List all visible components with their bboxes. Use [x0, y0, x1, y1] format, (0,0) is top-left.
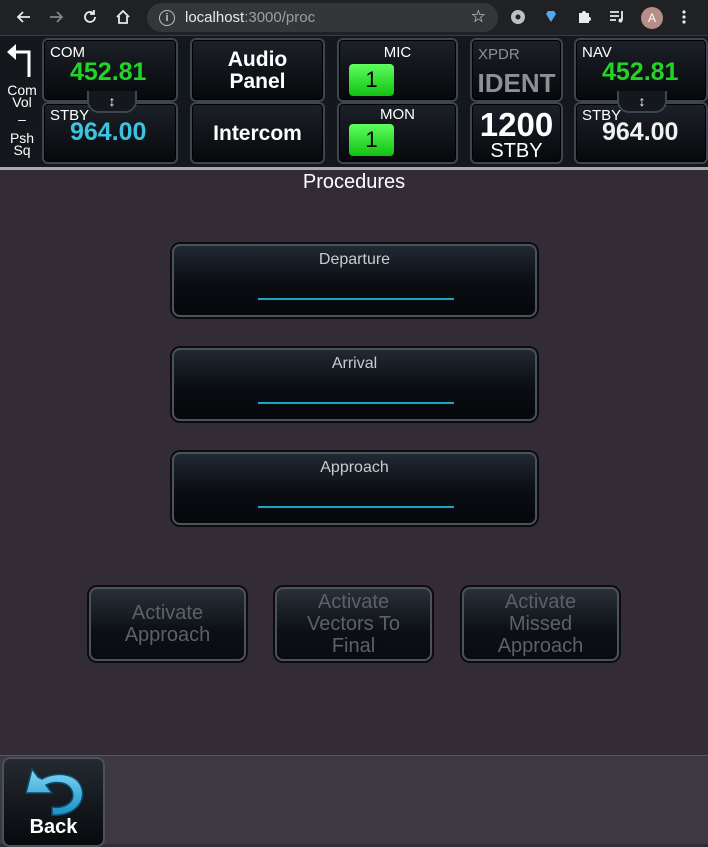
mon-label: MON — [380, 106, 415, 123]
browser-toolbar: i localhost:3000/proc ☆ A — [0, 0, 708, 36]
back-label: Back — [29, 816, 78, 838]
ident-label: IDENT — [477, 68, 556, 98]
com-vol-knob-labels[interactable]: Com Vol – Psh Sq — [3, 36, 41, 167]
extension-gear-icon[interactable] — [503, 2, 533, 32]
departure-value-underline — [258, 298, 454, 300]
activate-missed-approach-label: Activate Missed Approach — [497, 591, 584, 657]
intercom-label: Intercom — [213, 122, 302, 145]
site-info-icon[interactable]: i — [159, 9, 175, 26]
com-swap-icon[interactable]: ↕ — [87, 91, 137, 113]
audio-panel-label: Audio Panel — [227, 48, 288, 93]
mic-panel[interactable]: MIC 1 — [337, 38, 458, 102]
departure-button[interactable]: Departure — [172, 244, 537, 317]
psh-sq-label: Psh Sq — [9, 130, 35, 158]
arrival-value-underline — [258, 402, 454, 404]
url-text: localhost:3000/proc — [185, 9, 316, 26]
squawk-code: 1200 — [479, 106, 554, 143]
intercom-button[interactable]: Intercom — [190, 102, 325, 164]
home-icon[interactable] — [108, 2, 138, 32]
nav-standby-frequency: 964.00 — [602, 118, 679, 146]
topbar-divider — [0, 167, 708, 170]
back-arrow-icon[interactable] — [8, 2, 38, 32]
reload-icon[interactable] — [75, 2, 105, 32]
xpdr-label: XPDR — [478, 46, 520, 63]
activate-approach-button[interactable]: Activate Approach — [89, 587, 246, 661]
mon-selector[interactable]: 1 — [349, 124, 394, 156]
audio-panel-button[interactable]: Audio Panel — [190, 38, 325, 102]
activate-missed-approach-button[interactable]: Activate Missed Approach — [462, 587, 619, 661]
media-queue-icon[interactable] — [602, 2, 632, 32]
xpdr-mode: STBY — [490, 140, 543, 162]
activate-vectors-to-final-label: Activate Vectors To Final — [306, 591, 401, 657]
page-title: Procedures — [302, 171, 406, 193]
mic-selector[interactable]: 1 — [349, 64, 394, 96]
approach-button[interactable]: Approach — [172, 452, 537, 525]
return-arrow-icon — [7, 44, 31, 77]
forward-arrow-icon[interactable] — [42, 2, 72, 32]
bookmark-star-icon[interactable]: ☆ — [471, 7, 486, 27]
footer-bar — [0, 755, 708, 844]
mon-panel[interactable]: MON 1 — [337, 102, 458, 164]
back-arrow-icon — [25, 767, 84, 816]
nav-swap-icon[interactable]: ↕ — [617, 91, 667, 113]
xpdr-ident-button[interactable]: XPDR IDENT — [470, 38, 563, 102]
dash-label: – — [18, 111, 26, 127]
extension-gem-icon[interactable] — [536, 2, 566, 32]
approach-label: Approach — [320, 459, 389, 476]
arrival-button[interactable]: Arrival — [172, 348, 537, 421]
more-menu-icon[interactable] — [669, 2, 699, 32]
com-standby-frequency: 964.00 — [70, 118, 147, 146]
xpdr-code-panel[interactable]: 1200 STBY — [470, 102, 563, 164]
mic-label: MIC — [383, 44, 412, 61]
approach-value-underline — [258, 506, 454, 508]
back-button[interactable]: Back — [2, 757, 105, 847]
arrival-label: Arrival — [331, 355, 378, 372]
activate-approach-label: Activate Approach — [124, 602, 211, 646]
nav-active-frequency: 452.81 — [602, 58, 679, 86]
profile-avatar[interactable]: A — [641, 7, 663, 29]
departure-label: Departure — [318, 251, 391, 268]
com-vol-label: Com Vol — [7, 82, 37, 110]
activate-vectors-to-final-button[interactable]: Activate Vectors To Final — [275, 587, 432, 661]
radio-bar: Com Vol – Psh Sq COM 452.81 STBY 964.00 … — [0, 36, 708, 167]
extensions-puzzle-icon[interactable] — [569, 2, 599, 32]
com-active-frequency: 452.81 — [70, 58, 147, 86]
address-bar[interactable]: i localhost:3000/proc ☆ — [147, 3, 498, 32]
